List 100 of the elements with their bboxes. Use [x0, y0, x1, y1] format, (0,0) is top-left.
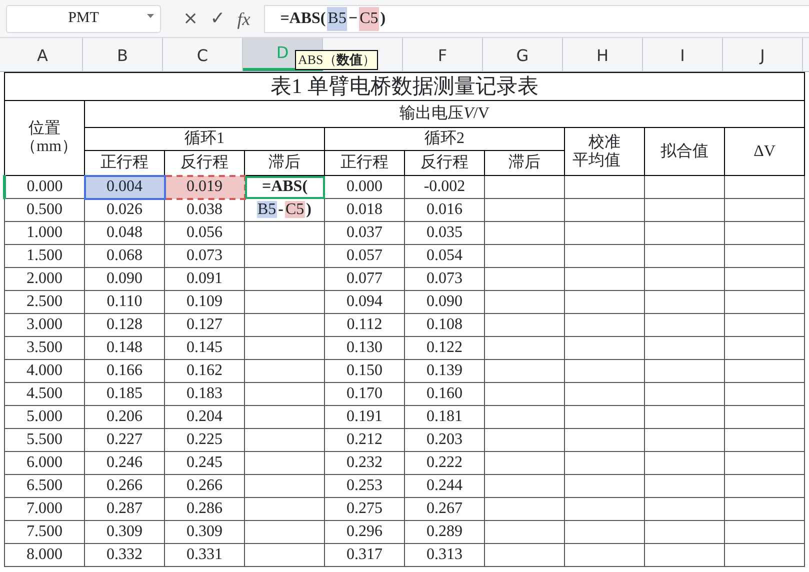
table-cell: 0.244 [404, 474, 484, 498]
table-cell: 0.073 [164, 244, 244, 268]
table-cell: 0.018 [324, 198, 404, 222]
table-cell: 1.500 [4, 244, 84, 268]
table-cell: 0.206 [84, 406, 164, 428]
table-cell: 0.037 [324, 222, 404, 244]
confirm-button[interactable]: ✓ [204, 10, 232, 28]
table-cell: 0.048 [84, 222, 164, 244]
table-cell: 0.150 [324, 360, 404, 382]
table-cell: 0.500 [4, 198, 84, 222]
header-cell: ΔV [724, 128, 804, 176]
table-cell: 0.016 [404, 198, 484, 222]
header-cell: 校准平均值 [564, 128, 644, 176]
table-cell: 0.227 [84, 428, 164, 452]
header-cell: 位置（mm） [4, 100, 84, 176]
table-cell: 0.148 [84, 336, 164, 360]
table-cell: 0.212 [324, 428, 404, 452]
table-cell: 0.038 [164, 198, 244, 222]
header-cell: 滞后 [484, 150, 564, 176]
table-cell: 3.000 [4, 314, 84, 336]
table-cell: 6.000 [4, 452, 84, 474]
table-cell: 0.267 [404, 498, 484, 520]
table-cell: 7.000 [4, 498, 84, 520]
header-cell: 循环2 [324, 128, 564, 150]
formula-field[interactable]: =ABS(B5−C5) [264, 4, 809, 32]
table-cell: 0.090 [84, 268, 164, 290]
table-cell: 0.073 [404, 268, 484, 290]
table-cell: 0.130 [324, 336, 404, 360]
table-cell: 0.332 [84, 544, 164, 566]
table-cell: 0.090 [404, 290, 484, 314]
table-cell: 0.286 [164, 498, 244, 520]
table-cell: 5.500 [4, 428, 84, 452]
column-header[interactable]: H [563, 38, 643, 71]
column-header[interactable]: I [643, 38, 723, 71]
cancel-button[interactable]: × [177, 10, 204, 28]
table-cell: 0.309 [84, 520, 164, 544]
table-cell: 0.313 [404, 544, 484, 566]
table-cell: 2.000 [4, 268, 84, 290]
table-cell: 0.035 [404, 222, 484, 244]
table-cell: 4.500 [4, 382, 84, 406]
table-cell: 0.183 [164, 382, 244, 406]
table-cell: 0.122 [404, 336, 484, 360]
table-cell: 0.317 [324, 544, 404, 566]
table-cell: 0.253 [324, 474, 404, 498]
table-cell: 0.112 [324, 314, 404, 336]
column-header[interactable]: B [83, 38, 163, 71]
table-cell: 0.222 [404, 452, 484, 474]
table-cell: 0.275 [324, 498, 404, 520]
header-cell: 滞后 [244, 150, 324, 176]
table-cell: 0.225 [164, 428, 244, 452]
table-cell: 0.127 [164, 314, 244, 336]
table-cell: 0.068 [84, 244, 164, 268]
insert-function-button[interactable]: fx [231, 10, 256, 28]
table-cell: 0.266 [164, 474, 244, 498]
table-cell: 4.000 [4, 360, 84, 382]
table-cell: 1.000 [4, 222, 84, 244]
name-box[interactable]: PMT [6, 4, 161, 32]
column-header[interactable]: A [3, 38, 83, 71]
column-header[interactable]: F [403, 38, 483, 71]
table-cell: 0.019 [164, 176, 244, 198]
table-cell: 0.057 [324, 244, 404, 268]
table-cell: 0.000 [324, 176, 404, 198]
table-cell: 0.077 [324, 268, 404, 290]
table-cell: 0.110 [84, 290, 164, 314]
table-cell: 0.108 [404, 314, 484, 336]
table-cell: 0.162 [164, 360, 244, 382]
table-cell: 0.004 [84, 176, 164, 198]
table-cell: 0.331 [164, 544, 244, 566]
column-header[interactable]: J [723, 38, 803, 71]
table-cell: 0.026 [84, 198, 164, 222]
table-cell: 0.056 [164, 222, 244, 244]
table-cell: 8.000 [4, 544, 84, 566]
table-cell: 0.289 [404, 520, 484, 544]
table-cell: 0.139 [404, 360, 484, 382]
table-title: 表1 单臂电桥数据测量记录表 [4, 72, 804, 100]
header-cell: 输出电压V/V [84, 100, 804, 128]
header-cell: 正行程 [324, 150, 404, 176]
dropdown-caret-icon[interactable] [147, 14, 154, 18]
table-cell: 2.500 [4, 290, 84, 314]
table-cell: 0.309 [164, 520, 244, 544]
table-cell: 0.094 [324, 290, 404, 314]
table-cell: 0.166 [84, 360, 164, 382]
table-cell: 0.296 [324, 520, 404, 544]
table-cell: 7.500 [4, 520, 84, 544]
table-cell: 0.128 [84, 314, 164, 336]
table-cell: 0.185 [84, 382, 164, 406]
table-cell: 0.266 [84, 474, 164, 498]
table-cell: 0.054 [404, 244, 484, 268]
table-cell: 0.245 [164, 452, 244, 474]
column-header[interactable]: G [483, 38, 563, 71]
table-cell: 0.204 [164, 406, 244, 428]
table-cell: 5.000 [4, 406, 84, 428]
table-cell: 0.203 [404, 428, 484, 452]
table-cell: 3.500 [4, 336, 84, 360]
table-cell: 0.232 [324, 452, 404, 474]
header-cell: 拟合值 [644, 128, 724, 176]
table-cell: 0.170 [324, 382, 404, 406]
table-cell: 6.500 [4, 474, 84, 498]
table-cell: 0.246 [84, 452, 164, 474]
table-cell: 0.109 [164, 290, 244, 314]
